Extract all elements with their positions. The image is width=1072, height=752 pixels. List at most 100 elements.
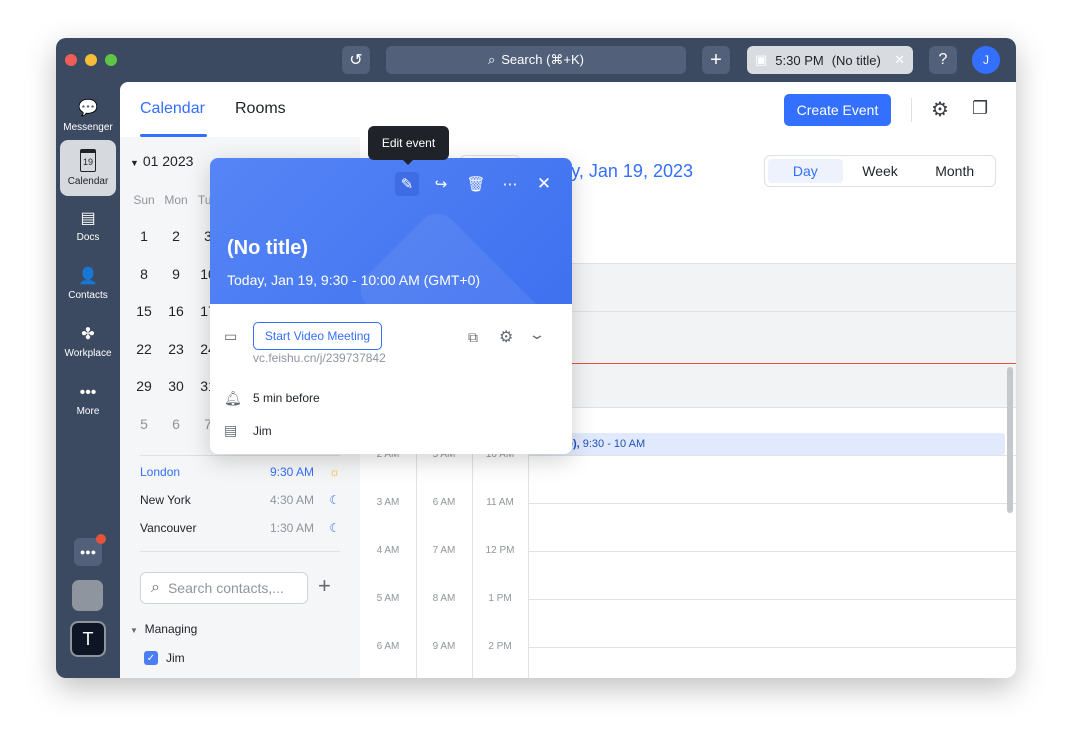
calendar-day[interactable]: 29 xyxy=(128,378,160,394)
tab-rooms[interactable]: Rooms xyxy=(235,100,286,118)
plus-icon: + xyxy=(710,48,722,71)
search-bar[interactable]: ⌕ Search (⌘+K) xyxy=(386,46,686,74)
view-week[interactable]: Week xyxy=(843,159,918,183)
calendar-day[interactable]: 9 xyxy=(160,266,192,282)
settings-icon[interactable]: ⚙ xyxy=(931,97,949,122)
time-label: 2 PM xyxy=(488,641,512,652)
calendar-day[interactable]: 1 xyxy=(128,228,160,244)
maximize-window-button[interactable] xyxy=(105,54,117,66)
more-apps-button[interactable]: ●●● xyxy=(74,534,106,566)
managing-group[interactable]: ▼ Managing xyxy=(130,622,197,636)
checkbox[interactable]: ✓ xyxy=(144,651,158,665)
moon-icon: ☾ xyxy=(329,521,340,535)
calendar-day[interactable]: 23 xyxy=(160,341,192,357)
tab-calendar[interactable]: Calendar xyxy=(140,100,205,118)
trash-icon[interactable]: 🗑 xyxy=(464,172,488,196)
notification-title: (No title) xyxy=(831,52,881,68)
sidebar-item-label: Docs xyxy=(76,231,100,243)
close-icon[interactable]: ✕ xyxy=(894,52,905,68)
event-title: (No title) xyxy=(227,237,309,259)
event-detail-popup: ✎ ↪ 🗑 ⋯ ✕ (No title) Today, Jan 19, 9:30… xyxy=(210,158,572,454)
timezone-new-york: New York 4:30 AM ☾ xyxy=(140,493,340,507)
month-label: 01 2023 xyxy=(142,153,194,169)
sidebar-item-messenger[interactable]: 💬 Messenger xyxy=(60,88,116,144)
calendar-owner: Jim xyxy=(253,424,272,438)
notification-time: 5:30 PM xyxy=(775,52,824,68)
window-icon[interactable]: ❐ xyxy=(972,98,988,119)
calendar-bell-icon: ▣ xyxy=(755,52,768,67)
view-month[interactable]: Month xyxy=(917,159,992,183)
event-notification[interactable]: ▣ 5:30 PM (No title) ✕ xyxy=(747,46,913,74)
sidebar-item-workplace[interactable]: ✤ Workplace xyxy=(60,314,116,370)
sun-icon: ☼ xyxy=(329,465,340,479)
month-selector[interactable]: ▼ 01 2023 xyxy=(130,153,193,169)
notification-badge xyxy=(96,534,106,544)
time: 9:30 AM xyxy=(269,465,314,479)
sidebar-item-docs[interactable]: ▤ Docs xyxy=(60,198,116,254)
sidebar-item-label: Messenger xyxy=(63,121,113,133)
workspace-initial: T xyxy=(82,628,94,649)
weekday-label: Sun xyxy=(133,193,155,207)
time: 1:30 AM xyxy=(269,521,314,535)
caret-down-icon: ▼ xyxy=(130,626,138,635)
sidebar-item-label: Calendar xyxy=(67,176,109,187)
calendar-day[interactable]: 8 xyxy=(128,266,160,282)
calendar-day[interactable]: 30 xyxy=(160,378,192,394)
app-shortcut[interactable] xyxy=(72,580,103,611)
caret-down-icon: ▼ xyxy=(130,158,139,168)
calendar-day[interactable]: 5 xyxy=(128,416,160,432)
calendar-day[interactable]: 2 xyxy=(160,228,192,244)
close-icon[interactable]: ✕ xyxy=(532,172,556,196)
time-label: 6 AM xyxy=(376,641,400,652)
share-icon[interactable]: ↪ xyxy=(429,172,453,196)
video-link[interactable]: vc.feishu.cn/j/239737842 xyxy=(253,351,386,365)
sidebar-item-label: Contacts xyxy=(68,289,108,301)
reminder: 5 min before xyxy=(253,391,320,405)
help-button[interactable]: ? xyxy=(929,46,957,74)
city: London xyxy=(140,465,181,479)
history-icon: ↺ xyxy=(349,52,363,69)
edit-icon[interactable]: ✎ xyxy=(395,172,419,196)
popup-header: ✎ ↪ 🗑 ⋯ ✕ (No title) Today, Jan 19, 9:30… xyxy=(210,158,572,411)
add-button[interactable]: + xyxy=(702,46,730,74)
scrollbar[interactable] xyxy=(1007,367,1013,513)
view-day[interactable]: Day xyxy=(768,159,843,183)
add-contact-button[interactable]: + xyxy=(318,573,331,599)
start-video-meeting-button[interactable]: Start Video Meeting xyxy=(253,322,382,350)
bell-icon: 🔔︎ xyxy=(224,390,242,406)
calendar-day[interactable]: 22 xyxy=(128,341,160,357)
sidebar-item-label: Workplace xyxy=(64,347,112,359)
chevron-down-icon[interactable]: ⌄ xyxy=(528,326,546,343)
create-event-button[interactable]: Create Event xyxy=(784,94,891,126)
video-camera-icon: ▭ xyxy=(224,328,238,344)
avatar-initial: J xyxy=(983,53,989,67)
calendar-day[interactable]: 16 xyxy=(160,303,192,319)
hour-line xyxy=(528,599,1016,600)
calendar-icon: ▤ xyxy=(224,422,238,438)
calendar-day[interactable]: 6 xyxy=(160,416,192,432)
avatar[interactable]: J xyxy=(972,46,1000,74)
event-block[interactable]: (No title), 9:30 - 10 AM xyxy=(528,433,1005,455)
grid-icon: ✤ xyxy=(81,325,95,343)
history-button[interactable]: ↺ xyxy=(342,46,370,74)
minimize-window-button[interactable] xyxy=(85,54,97,66)
city: Vancouver xyxy=(140,521,197,535)
search-contacts-input[interactable]: ⌕ Search contacts,... xyxy=(140,572,308,604)
close-window-button[interactable] xyxy=(65,54,77,66)
group-label: Managing xyxy=(144,622,198,636)
search-icon: ⌕ xyxy=(487,52,496,67)
copy-icon[interactable]: ⧉ xyxy=(468,329,478,346)
workspace-button[interactable]: T xyxy=(70,621,106,657)
calendar-member-jim[interactable]: ✓ Jim xyxy=(144,651,185,665)
hour-line xyxy=(528,455,1016,456)
sidebar-item-contacts[interactable]: 👤 Contacts xyxy=(60,256,116,312)
calendar-day[interactable]: 15 xyxy=(128,303,160,319)
sidebar-item-calendar[interactable]: 19 Calendar xyxy=(60,140,116,196)
settings-icon[interactable]: ⚙ xyxy=(499,327,513,347)
timezone-london: London 9:30 AM ☼ xyxy=(140,465,340,479)
time-label: 7 AM xyxy=(432,545,456,556)
time-label: 11 AM xyxy=(486,497,514,508)
sidebar-item-more[interactable]: ••• More xyxy=(60,372,116,428)
calendar-icon: 19 xyxy=(79,149,96,172)
more-icon[interactable]: ⋯ xyxy=(498,172,522,196)
